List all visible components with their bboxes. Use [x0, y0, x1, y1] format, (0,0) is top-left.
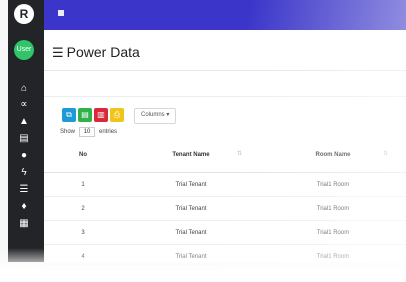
menu-toggle-icon[interactable]: [58, 10, 64, 16]
avatar[interactable]: User: [14, 40, 34, 60]
table-cell: 2: [44, 196, 122, 221]
share-icon[interactable]: ∝: [17, 99, 31, 111]
column-header-label: Room Name: [315, 152, 351, 158]
table-row[interactable]: 3 Trial Tenant Trial1 Room: [44, 220, 406, 245]
list-icon: ☰: [52, 45, 64, 60]
page-size-control: Show 10 entries: [60, 127, 117, 137]
table-header-row: No Tenant Name ⇅ Room Name ⇅: [44, 138, 406, 173]
sort-icon[interactable]: ⇅: [383, 150, 388, 157]
table-cell: 1: [44, 172, 122, 197]
list-icon[interactable]: ☰: [17, 184, 31, 196]
table-cell: Trial1 Room: [260, 196, 406, 221]
drop-icon[interactable]: ♦: [17, 201, 31, 213]
table-cell: Trial Tenant: [122, 220, 260, 245]
page-size-select[interactable]: 10: [78, 127, 96, 137]
data-table: No Tenant Name ⇅ Room Name ⇅ 1 Trial Tenant…: [44, 138, 406, 282]
column-header-room-name[interactable]: Room Name ⇅: [260, 138, 406, 173]
table-cell: 3: [44, 220, 122, 245]
column-header-label: Tenant Name: [172, 152, 210, 158]
home-icon[interactable]: ⌂: [17, 83, 31, 95]
column-header-tenant-name[interactable]: Tenant Name ⇅: [122, 138, 260, 173]
page-title: ☰ Power Data: [52, 44, 140, 61]
table-row[interactable]: 5 Trial Tenant Trial1 Room: [44, 268, 406, 282]
table-cell: Trial Tenant: [122, 172, 260, 197]
alert-icon[interactable]: ▲: [17, 116, 31, 128]
pdf-button[interactable]: ▥: [94, 108, 108, 122]
main-content: ☰ Power Data Columns ▾ ⧉ ▤ ▥ ⎙ Show 10 entri…: [44, 30, 406, 282]
table-cell: Trial1 Room: [260, 244, 406, 269]
app-logo[interactable]: R: [14, 4, 34, 24]
columns-button[interactable]: Columns ▾: [134, 108, 177, 124]
sidebar: R User ⌂ ∝ ▲ ▤ ● ϟ ☰ ♦ ▦: [8, 0, 44, 262]
table-cell: Trial Tenant: [122, 244, 260, 269]
top-bar: [44, 0, 406, 30]
table-row[interactable]: 2 Trial Tenant Trial1 Room: [44, 196, 406, 221]
table-cell: 4: [44, 244, 122, 269]
table-cell: Trial Tenant: [122, 196, 260, 221]
page-title-text: Power Data: [66, 44, 140, 60]
table-row[interactable]: 4 Trial Tenant Trial1 Room: [44, 244, 406, 269]
table-cell: Trial Tenant: [122, 268, 260, 282]
column-header-no[interactable]: No: [44, 138, 122, 173]
divider: [44, 96, 406, 97]
circle-icon[interactable]: ●: [17, 150, 31, 162]
bolt-icon[interactable]: ϟ: [17, 167, 31, 179]
table-cell: Trial1 Room: [260, 172, 406, 197]
divider: [44, 70, 406, 71]
table-cell: 5: [44, 268, 122, 282]
copy-button[interactable]: ⧉: [62, 108, 76, 122]
table-cell: Trial1 Room: [260, 268, 406, 282]
grid-icon[interactable]: ▦: [17, 218, 31, 230]
print-button[interactable]: ⎙: [110, 108, 124, 122]
app-window: R User ⌂ ∝ ▲ ▤ ● ϟ ☰ ♦ ▦ ☰ Power Data Columns ▾ ⧉…: [0, 0, 406, 282]
show-label: Show: [60, 129, 76, 135]
sort-icon[interactable]: ⇅: [237, 150, 242, 157]
entries-label: entries: [99, 129, 118, 135]
excel-button[interactable]: ▤: [78, 108, 92, 122]
table-row[interactable]: 1 Trial Tenant Trial1 Room: [44, 172, 406, 197]
document-icon[interactable]: ▤: [17, 133, 31, 145]
table-cell: Trial1 Room: [260, 220, 406, 245]
